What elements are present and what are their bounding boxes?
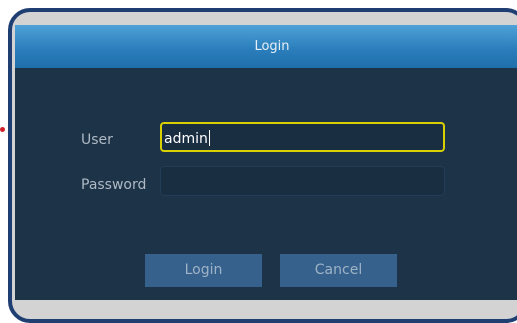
user-input-value: admin xyxy=(164,131,208,147)
login-dialog: Login User admin Password Login Cancel xyxy=(15,25,517,300)
user-input[interactable]: admin xyxy=(160,122,445,152)
password-input[interactable] xyxy=(160,166,445,196)
pointer-marker xyxy=(0,127,5,132)
text-cursor xyxy=(208,130,210,146)
dialog-title: Login xyxy=(254,39,290,54)
user-label: User xyxy=(81,132,113,148)
login-button[interactable]: Login xyxy=(145,254,262,287)
password-label: Password xyxy=(81,177,147,193)
dialog-titlebar: Login xyxy=(15,25,517,68)
cancel-button[interactable]: Cancel xyxy=(280,254,397,287)
